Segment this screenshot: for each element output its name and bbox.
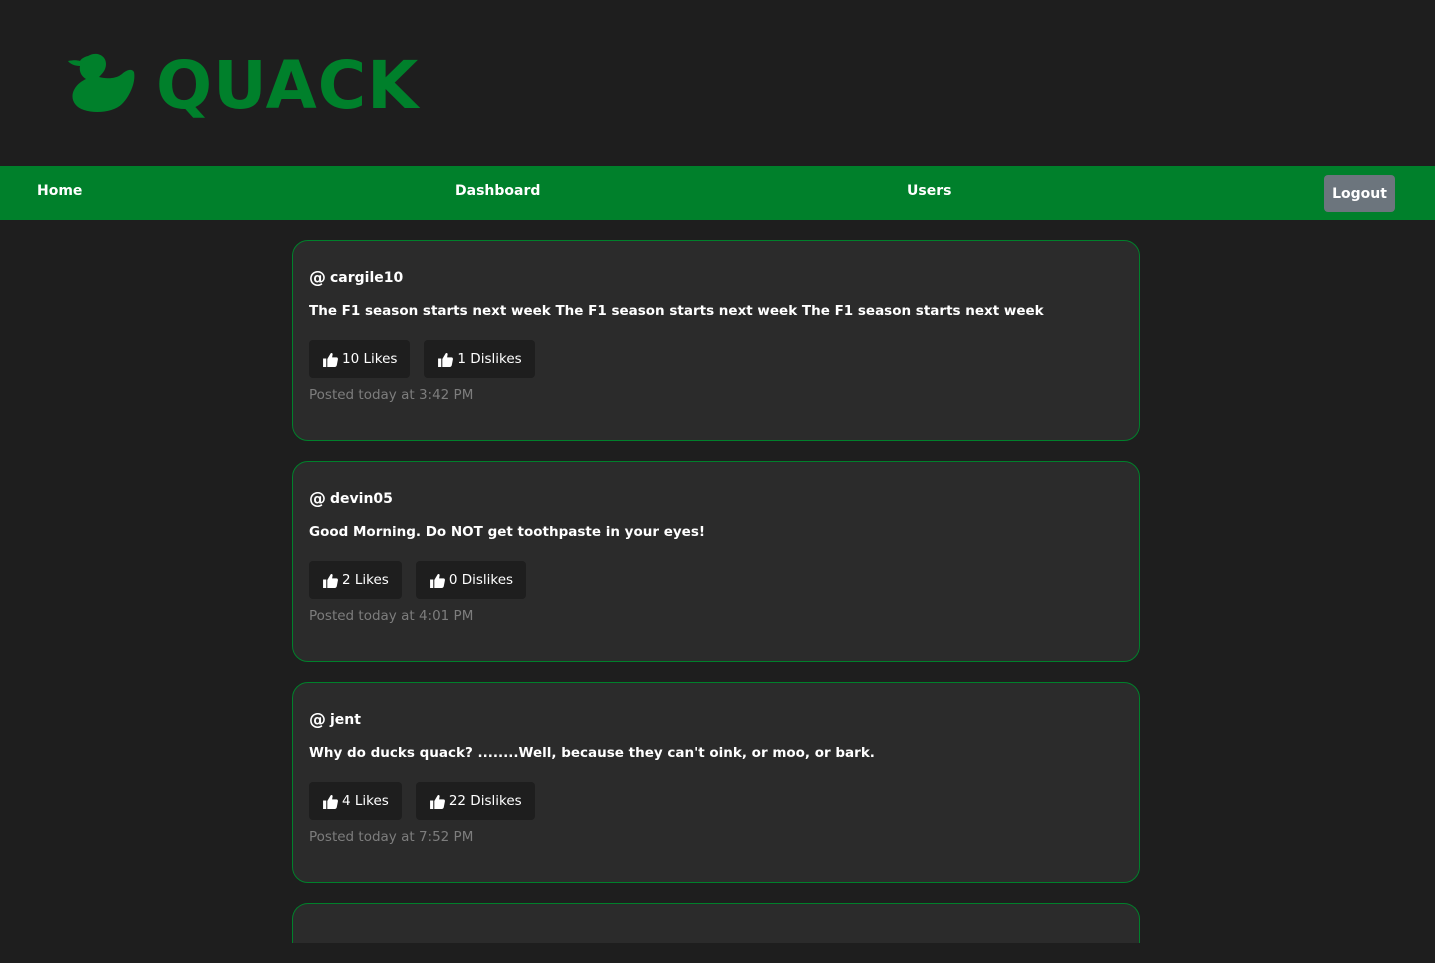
at-symbol: @	[309, 268, 326, 288]
at-symbol: @	[309, 489, 326, 509]
post-card: @ cargile10 The F1 season starts next we…	[292, 240, 1140, 441]
brand-name: QUACK	[156, 47, 420, 124]
logo[interactable]: QUACK	[66, 47, 419, 119]
post-author[interactable]: @ cargile10	[309, 268, 403, 288]
like-button[interactable]: 2 Likes	[309, 561, 402, 599]
post-author[interactable]: @ devin05	[309, 489, 393, 509]
post-actions: 2 Likes 0 Dislikes	[309, 561, 527, 599]
dislike-button[interactable]: 0 Dislikes	[415, 561, 527, 599]
duck-icon	[68, 53, 135, 112]
site-header: QUACK	[0, 0, 1435, 166]
thumbs-up-icon	[323, 573, 338, 588]
post-card	[292, 903, 1140, 943]
dislike-count: 22 Dislikes	[448, 793, 522, 809]
like-button[interactable]: 4 Likes	[309, 782, 402, 820]
like-count: 4 Likes	[342, 793, 389, 809]
post-username: devin05	[330, 491, 393, 507]
thumbs-up-icon	[438, 352, 454, 367]
post-author[interactable]: @ jent	[309, 710, 361, 730]
logout-button[interactable]: Logout	[1324, 175, 1395, 212]
post-actions: 4 Likes 22 Dislikes	[309, 782, 535, 820]
thumbs-up-icon	[323, 794, 338, 809]
post-actions: 10 Likes 1 Dislikes	[309, 340, 535, 378]
like-count: 2 Likes	[342, 572, 389, 588]
at-symbol: @	[309, 710, 326, 730]
dislike-button[interactable]: 1 Dislikes	[424, 340, 535, 378]
post-timestamp: Posted today at 4:01 PM	[309, 608, 474, 624]
thumbs-up-icon	[429, 573, 445, 588]
like-count: 10 Likes	[342, 351, 398, 367]
post-username: jent	[330, 712, 361, 728]
post-content: Good Morning. Do NOT get toothpaste in y…	[309, 524, 706, 540]
nav-users-link[interactable]: Users	[907, 166, 951, 220]
nav-dashboard-link[interactable]: Dashboard	[455, 166, 540, 220]
like-button[interactable]: 10 Likes	[309, 340, 411, 378]
navbar: Home Dashboard Users Logout	[0, 166, 1435, 220]
post-content: The F1 season starts next week The F1 se…	[309, 303, 1044, 319]
dislike-count: 1 Dislikes	[457, 351, 522, 367]
post-timestamp: Posted today at 7:52 PM	[309, 829, 474, 845]
thumbs-up-icon	[429, 794, 445, 809]
post-feed: @ cargile10 The F1 season starts next we…	[292, 240, 1140, 963]
nav-home-link[interactable]: Home	[37, 166, 82, 220]
post-username: cargile10	[330, 270, 404, 286]
post-card: @ jent Why do ducks quack? ........Well,…	[292, 682, 1140, 883]
post-content: Why do ducks quack? ........Well, becaus…	[309, 745, 875, 761]
dislike-button[interactable]: 22 Dislikes	[415, 782, 535, 820]
post-timestamp: Posted today at 3:42 PM	[309, 387, 474, 403]
thumbs-up-icon	[323, 352, 338, 367]
post-card: @ devin05 Good Morning. Do NOT get tooth…	[292, 461, 1140, 662]
dislike-count: 0 Dislikes	[448, 572, 514, 588]
